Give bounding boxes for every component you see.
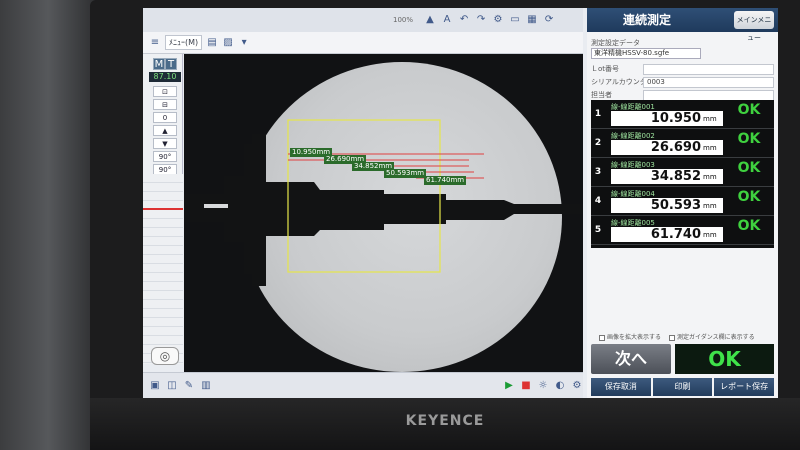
result-status: OK (737, 160, 761, 176)
result-unit: mm (703, 202, 717, 210)
up-arrow-icon[interactable]: ▲ (153, 125, 177, 136)
data-file-select[interactable]: 東洋精機HSSV-80.sgfe (591, 48, 701, 59)
document-icon[interactable]: ▤ (206, 37, 218, 49)
operator-label: 担当者 (591, 91, 612, 99)
result-unit: mm (703, 173, 717, 181)
left-side-panel: M T 87.10 ⊡ ⊟ 0 ▲ ▼ 90° 90° ◎ (143, 54, 183, 365)
menu-toolbar: ≡ ﾒﾆｭｰ(M) ▤ ▨ ▾ (143, 32, 583, 54)
mode-toggle[interactable]: M T (153, 58, 177, 70)
overall-status: OK (675, 344, 774, 374)
magnification-readout: 87.10 (149, 72, 181, 82)
brightness-icon[interactable]: ☼ (537, 380, 549, 392)
settings-small-icon[interactable]: ⚙ (571, 380, 583, 392)
brand-logo: KEYENCE (405, 413, 485, 429)
result-row[interactable]: 4 線-線距離004 50.593 mm OK (591, 187, 774, 216)
result-unit: mm (703, 231, 717, 239)
camera-image-area[interactable]: 10.950mm 26.690mm 34.852mm 50.593mm 61.7… (184, 54, 583, 372)
save-report-button[interactable]: レポート保存 (714, 378, 775, 396)
lot-label: Ｌot番号 (591, 65, 620, 73)
rotate-angle-1[interactable]: 90° (153, 151, 177, 162)
zoom-image-checkbox[interactable]: 画像を拡大表示する (599, 332, 661, 341)
cancel-save-button[interactable]: 保存取消 (591, 378, 651, 396)
result-status: OK (737, 131, 761, 147)
lot-field[interactable] (643, 64, 774, 75)
window-icon[interactable]: ▭ (509, 14, 521, 26)
zoom-label: 100% (393, 16, 414, 24)
zoom-fit-button[interactable]: ⊡ (153, 86, 177, 97)
result-row[interactable]: 3 線-線距離003 34.852 mm OK (591, 158, 774, 187)
image-icon[interactable]: ▨ (222, 37, 234, 49)
result-number: 2 (594, 138, 602, 148)
serial-field[interactable]: 0003 (643, 77, 774, 88)
record-icon[interactable]: ■ (520, 380, 532, 392)
compare-icon[interactable]: ▥ (200, 380, 212, 392)
next-button[interactable]: 次へ (591, 344, 671, 374)
monitor-screen: 100% ▲ A ↶ ↷ ⚙ ▭ ▦ ⟳ ≡ ﾒﾆｭｰ(M) ▤ ▨ ▾ M T… (143, 8, 778, 398)
tool-icon[interactable]: ✎ (183, 380, 195, 392)
list-icon[interactable]: ≡ (149, 37, 161, 49)
layers-icon[interactable]: ◫ (166, 380, 178, 392)
overlay-label-4: 50.593mm (384, 169, 427, 178)
redo-icon[interactable]: ↷ (475, 14, 487, 26)
continuous-measurement-panel: 連続測定 メインメニュー 測定設定データ 東洋精機HSSV-80.sgfe Ｌo… (587, 8, 778, 398)
undo-icon[interactable]: ↶ (458, 14, 470, 26)
bottom-toolbar: ▣ ◫ ✎ ▥ ▶ ■ ☼ ◐ ⚙ (143, 372, 583, 398)
result-row[interactable]: 2 線-線距離002 26.690 mm OK (591, 129, 774, 158)
menu-dropdown[interactable]: ﾒﾆｭｰ(M) (165, 35, 203, 50)
serial-row: シリアルカウンタ 0003 (591, 77, 774, 89)
mode-t-button[interactable]: T (165, 58, 177, 70)
mode-m-button[interactable]: M (153, 58, 165, 70)
result-unit: mm (703, 115, 717, 123)
print-button[interactable]: 印刷 (652, 378, 713, 396)
play-icon[interactable]: ▶ (503, 380, 515, 392)
magnifier-knob-icon[interactable]: ◎ (151, 347, 179, 365)
camera-icon[interactable]: ▣ (149, 380, 161, 392)
options-row: 画像を拡大表示する 測定ガイダンス欄に表示する (599, 332, 769, 341)
lot-row: Ｌot番号 (591, 64, 774, 76)
cursor-icon[interactable]: ▲ (424, 14, 436, 26)
result-number: 1 (594, 109, 602, 119)
result-status: OK (737, 102, 761, 118)
result-status: OK (737, 189, 761, 205)
contrast-icon[interactable]: ◐ (554, 380, 566, 392)
result-number: 4 (594, 196, 602, 206)
main-menu-button[interactable]: メインメニュー (734, 11, 774, 42)
measurement-overlay (287, 119, 484, 273)
result-number: 5 (594, 225, 602, 235)
result-row[interactable]: 5 線-線距離005 61.740 mm OK (591, 216, 774, 245)
top-toolbar: 100% ▲ A ↶ ↷ ⚙ ▭ ▦ ⟳ (143, 8, 583, 32)
vertical-ruler (143, 174, 183, 364)
zero-value: 0 (153, 112, 177, 123)
reload-icon[interactable]: ⟳ (543, 14, 555, 26)
result-row[interactable]: 1 線-線距離001 10.950 mm OK (591, 100, 774, 129)
footer-buttons: 保存取消 印刷 レポート保存 (591, 378, 775, 396)
guidance-checkbox[interactable]: 測定ガイダンス欄に表示する (669, 332, 755, 341)
data-label: 測定設定データ (591, 39, 640, 47)
serial-label: シリアルカウンタ (591, 78, 647, 86)
chevron-down-icon[interactable]: ▾ (238, 37, 250, 49)
ruler-marker (143, 208, 183, 210)
overlay-label-5: 61.740mm (424, 176, 467, 185)
font-icon[interactable]: A (441, 14, 453, 26)
result-unit: mm (703, 144, 717, 152)
result-number: 3 (594, 167, 602, 177)
grid-icon[interactable]: ▦ (526, 14, 538, 26)
zoom-out-button[interactable]: ⊟ (153, 99, 177, 110)
down-arrow-icon[interactable]: ▼ (153, 138, 177, 149)
results-list: 1 線-線距離001 10.950 mm OK 2 線-線距離002 26.69… (591, 100, 774, 248)
result-status: OK (737, 218, 761, 234)
settings-icon[interactable]: ⚙ (492, 14, 504, 26)
